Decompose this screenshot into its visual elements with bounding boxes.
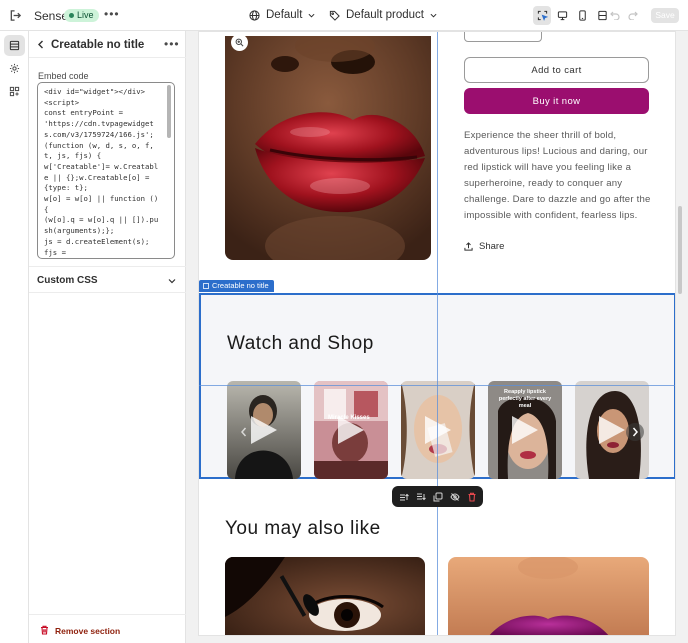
product-image bbox=[225, 36, 431, 260]
undo-icon[interactable] bbox=[610, 10, 620, 20]
video-caption: Reapply lipstick perfectly after every m… bbox=[498, 389, 552, 409]
globe-icon bbox=[249, 9, 260, 21]
carousel-prev-button[interactable] bbox=[235, 423, 253, 441]
section-tag-label: Creatable no title bbox=[212, 281, 269, 290]
share-icon bbox=[464, 242, 473, 251]
panel-more-button[interactable]: ••• bbox=[164, 38, 180, 50]
mobile-icon bbox=[578, 10, 586, 21]
live-dot-icon bbox=[69, 13, 74, 18]
related-product-image[interactable] bbox=[448, 557, 649, 635]
preview-scrollbar[interactable] bbox=[678, 206, 682, 294]
section-grid-icon bbox=[203, 283, 209, 289]
video-carousel: Miracle Kisses Reapply lipstick perfectl… bbox=[227, 381, 649, 479]
custom-css-accordion[interactable]: Custom CSS bbox=[29, 266, 186, 293]
eye-off-icon bbox=[449, 492, 460, 501]
theme-settings-tab[interactable] bbox=[4, 58, 25, 79]
theme-selector[interactable]: Default bbox=[249, 9, 315, 21]
store-preview: Add to cart Buy it now Experience the sh… bbox=[198, 31, 676, 636]
theme-selector-label: Default bbox=[266, 9, 303, 21]
delete-button[interactable] bbox=[466, 491, 478, 503]
video-card[interactable] bbox=[401, 381, 475, 479]
redo-icon[interactable] bbox=[628, 10, 638, 20]
mobile-view-button[interactable] bbox=[573, 6, 591, 25]
video-card[interactable]: Reapply lipstick perfectly after every m… bbox=[488, 381, 562, 479]
embed-code-content: <div id="widget"></div> <script> const e… bbox=[44, 87, 159, 257]
play-icon bbox=[512, 416, 538, 444]
trash-icon bbox=[468, 492, 475, 502]
more-actions-button[interactable]: ••• bbox=[104, 8, 120, 20]
tag-icon bbox=[329, 10, 340, 21]
desktop-view-button[interactable] bbox=[553, 6, 571, 25]
chevron-left-icon bbox=[241, 427, 247, 437]
product-description: Experience the sheer thrill of bold, adv… bbox=[464, 130, 651, 221]
duplicate-icon bbox=[433, 492, 442, 501]
share-label: Share bbox=[479, 241, 505, 252]
back-arrow-icon[interactable] bbox=[37, 40, 45, 49]
play-icon bbox=[599, 416, 625, 444]
remove-section-button[interactable]: Remove section bbox=[29, 614, 186, 643]
panel-title: Creatable no title bbox=[51, 39, 145, 51]
gear-icon bbox=[9, 63, 20, 74]
layout-guide-vertical bbox=[437, 32, 438, 635]
sections-tab[interactable] bbox=[4, 35, 25, 56]
quantity-stepper[interactable] bbox=[464, 32, 542, 42]
custom-css-label: Custom CSS bbox=[37, 275, 98, 286]
live-status-label: Live bbox=[77, 10, 94, 20]
chevron-right-icon bbox=[632, 427, 638, 437]
device-toggle-group bbox=[533, 6, 611, 25]
zoom-button[interactable] bbox=[231, 34, 248, 51]
play-icon bbox=[425, 416, 451, 444]
chevron-down-icon bbox=[168, 279, 176, 284]
selected-section-tag: Creatable no title bbox=[199, 280, 274, 292]
top-bar: Sense Live ••• Default Default product S… bbox=[0, 0, 688, 31]
product-selector[interactable]: Default product bbox=[329, 9, 437, 21]
video-card[interactable]: Miracle Kisses bbox=[314, 381, 388, 479]
chevron-down-icon bbox=[308, 13, 315, 18]
trash-icon bbox=[41, 625, 48, 635]
embed-code-textarea[interactable]: <div id="widget"></div> <script> const e… bbox=[37, 82, 175, 259]
you-may-also-like-heading: You may also like bbox=[225, 518, 381, 539]
move-down-icon bbox=[416, 493, 426, 500]
buy-now-button[interactable]: Buy it now bbox=[464, 88, 649, 114]
related-product-image[interactable] bbox=[225, 557, 425, 635]
layout-guide-horizontal bbox=[199, 385, 675, 386]
remove-section-label: Remove section bbox=[55, 626, 121, 636]
expand-icon bbox=[597, 10, 607, 21]
chevron-down-icon bbox=[430, 13, 437, 18]
play-icon bbox=[338, 416, 364, 444]
lips-photo bbox=[225, 36, 431, 260]
move-up-icon bbox=[399, 493, 409, 500]
carousel-next-button[interactable] bbox=[626, 423, 644, 441]
store-name: Sense bbox=[34, 9, 69, 23]
section-floating-toolbar bbox=[392, 486, 483, 507]
app-embeds-tab[interactable] bbox=[4, 81, 25, 102]
save-button[interactable]: Save bbox=[651, 8, 679, 23]
apps-icon bbox=[9, 86, 20, 97]
desktop-icon bbox=[557, 11, 567, 21]
eye-mascara-photo bbox=[225, 557, 425, 635]
purple-lips-photo bbox=[448, 557, 649, 635]
magnifier-plus-icon bbox=[235, 38, 244, 47]
embed-code-label: Embed code bbox=[38, 71, 89, 81]
exit-icon[interactable] bbox=[9, 9, 22, 22]
live-status-badge: Live bbox=[64, 9, 99, 22]
move-up-button[interactable] bbox=[398, 491, 410, 503]
inspect-cursor-icon bbox=[537, 10, 548, 21]
sidebar-rail bbox=[0, 31, 29, 643]
share-button[interactable]: Share bbox=[464, 241, 504, 252]
add-to-cart-button[interactable]: Add to cart bbox=[464, 57, 649, 83]
move-down-button[interactable] bbox=[415, 491, 427, 503]
full-width-view-button[interactable] bbox=[593, 6, 611, 25]
sections-icon bbox=[9, 40, 20, 51]
watch-and-shop-heading: Watch and Shop bbox=[227, 333, 374, 354]
play-icon bbox=[251, 416, 277, 444]
textarea-scrollbar[interactable] bbox=[167, 85, 171, 138]
duplicate-button[interactable] bbox=[432, 491, 444, 503]
inspector-button[interactable] bbox=[533, 6, 551, 25]
product-selector-label: Default product bbox=[346, 9, 424, 21]
section-settings-panel: Creatable no title ••• Embed code <div i… bbox=[29, 31, 186, 643]
hide-button[interactable] bbox=[449, 491, 461, 503]
panel-header: Creatable no title ••• bbox=[29, 31, 186, 58]
